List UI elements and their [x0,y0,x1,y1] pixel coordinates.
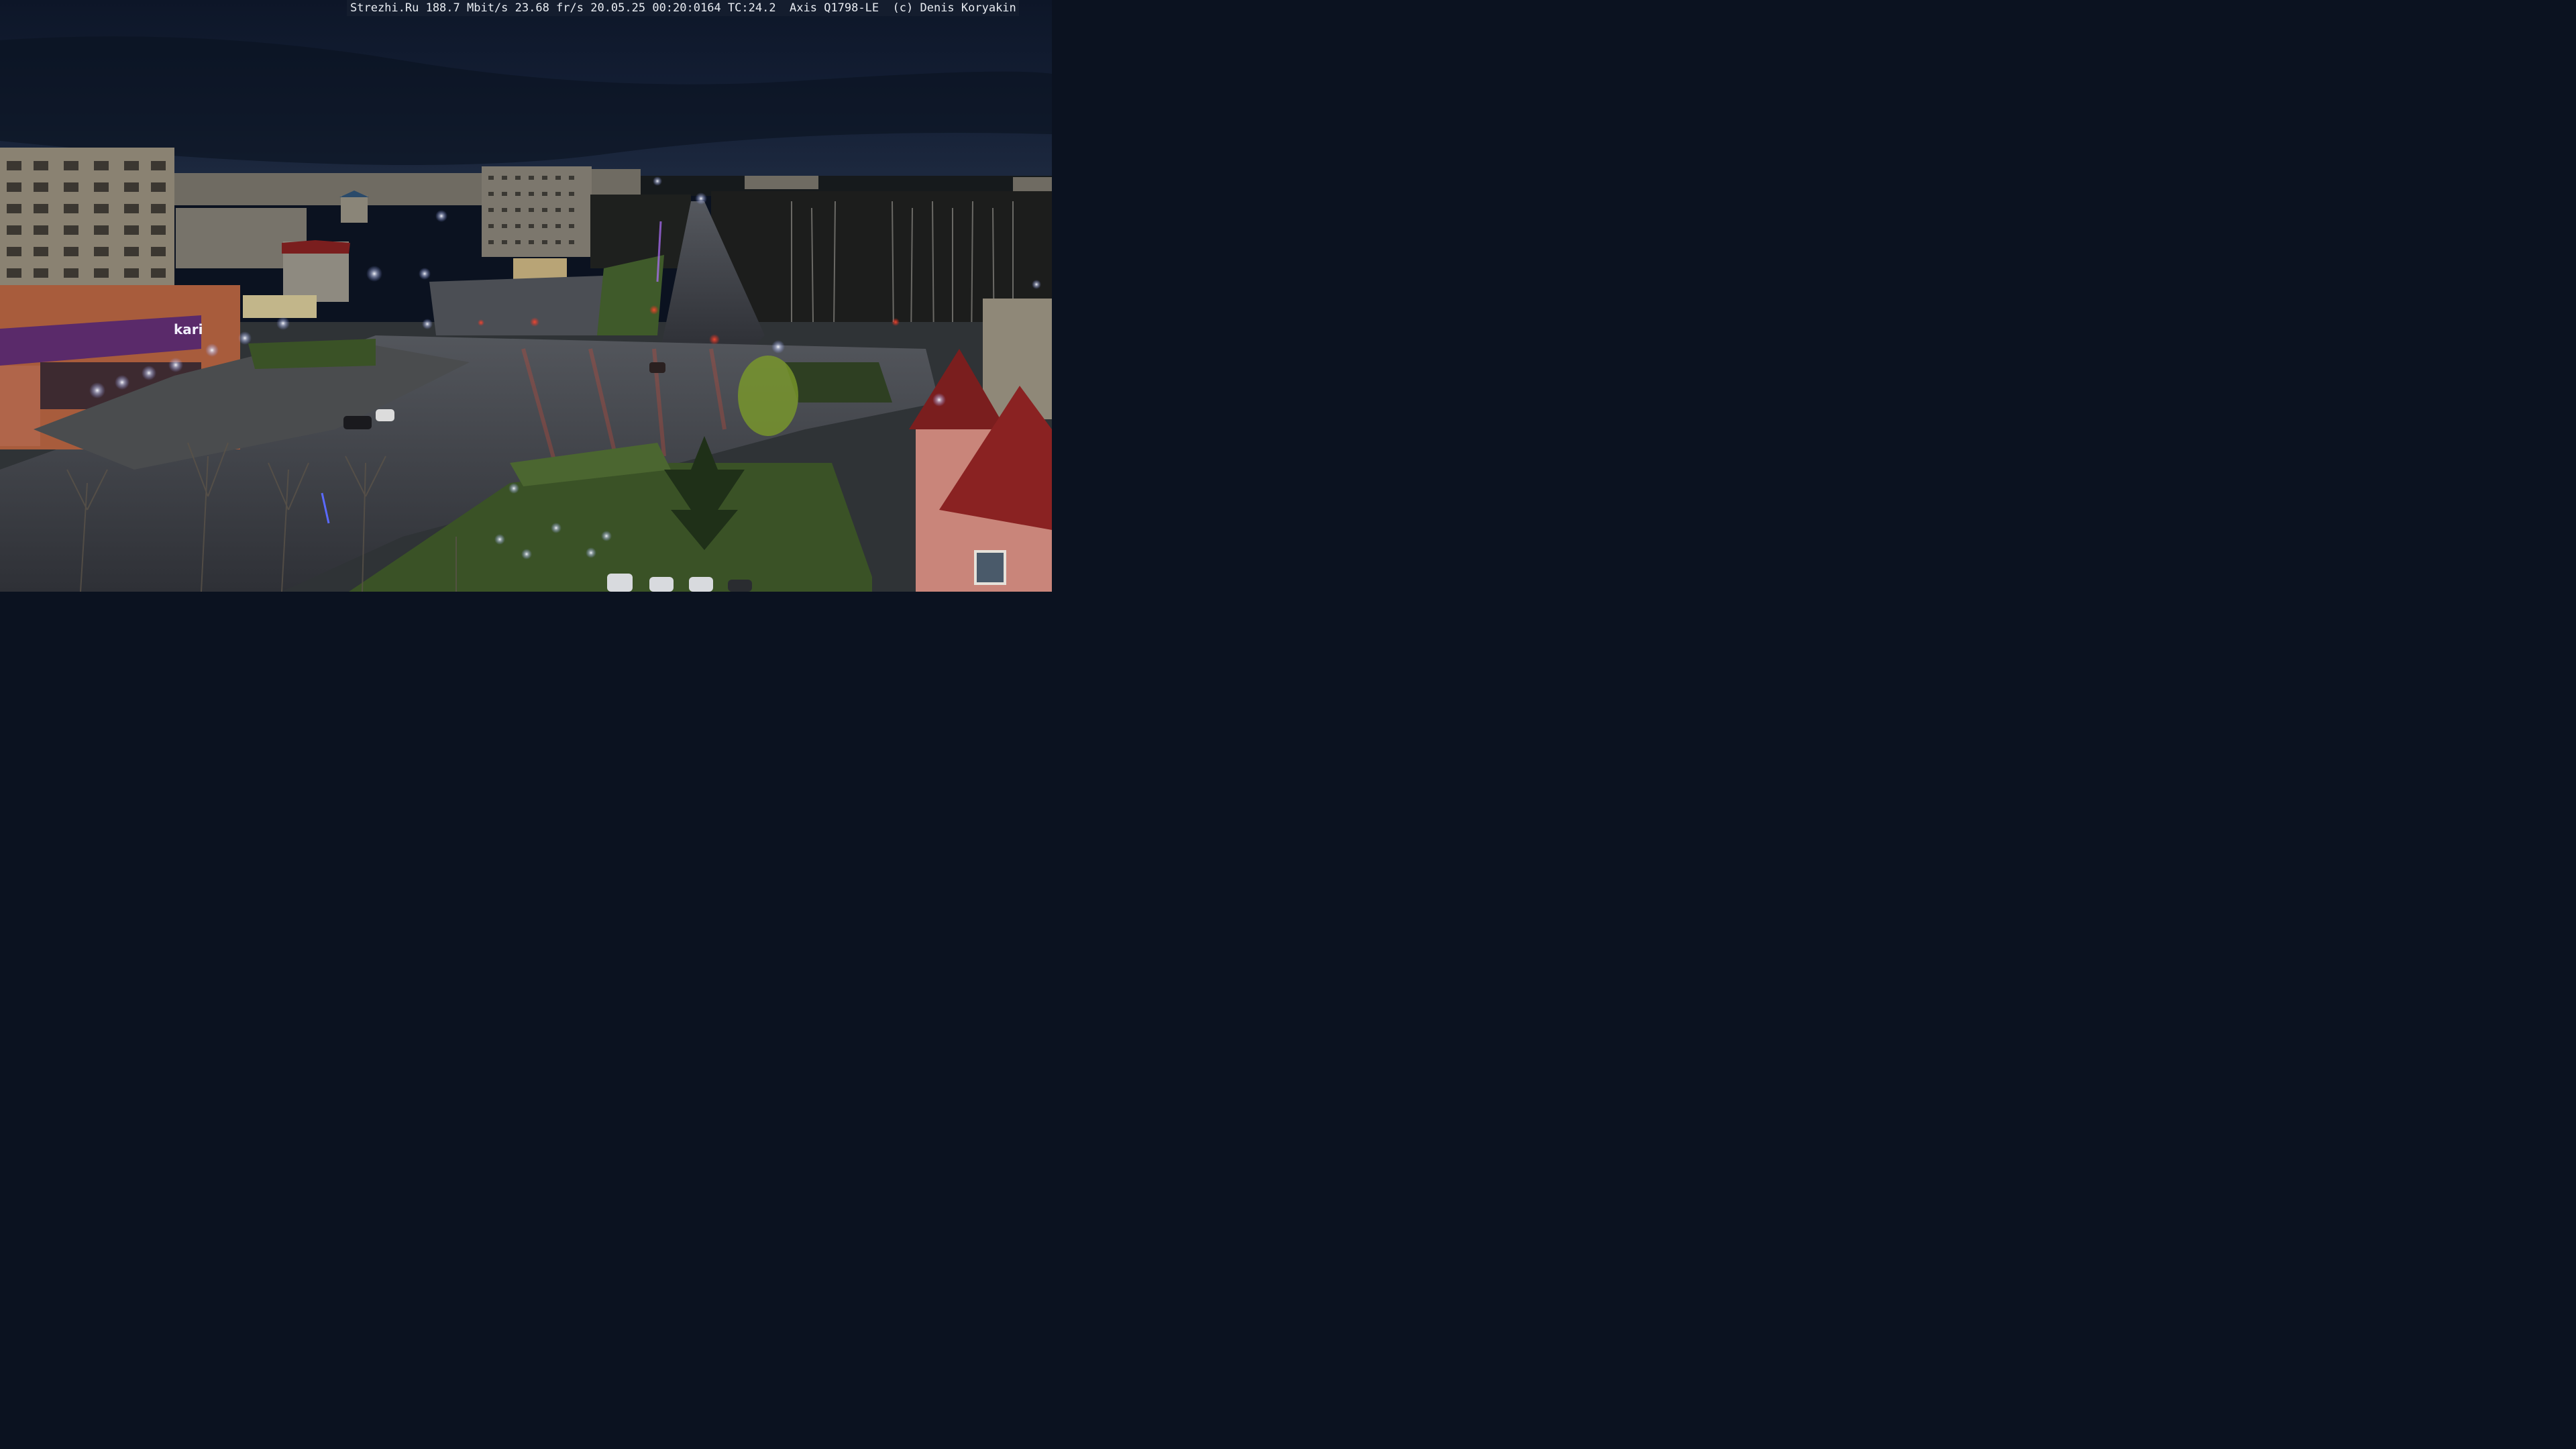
central-tower [482,166,592,257]
camera-osd-overlay: Strezhi.Ru 188.7 Mbit/s 23.68 fr/s 20.05… [347,0,1019,16]
central-trees [590,195,691,268]
city-night-scene: kari [0,0,1052,592]
green-lawn-right [785,362,892,402]
webcam-frame: kari Strezhi.Ru 188.7 Mbit/s 23.68 fr/s … [0,0,1052,592]
green-lawn-left [248,339,376,369]
store-sign: kari [174,321,203,337]
parking-lot [429,275,624,335]
